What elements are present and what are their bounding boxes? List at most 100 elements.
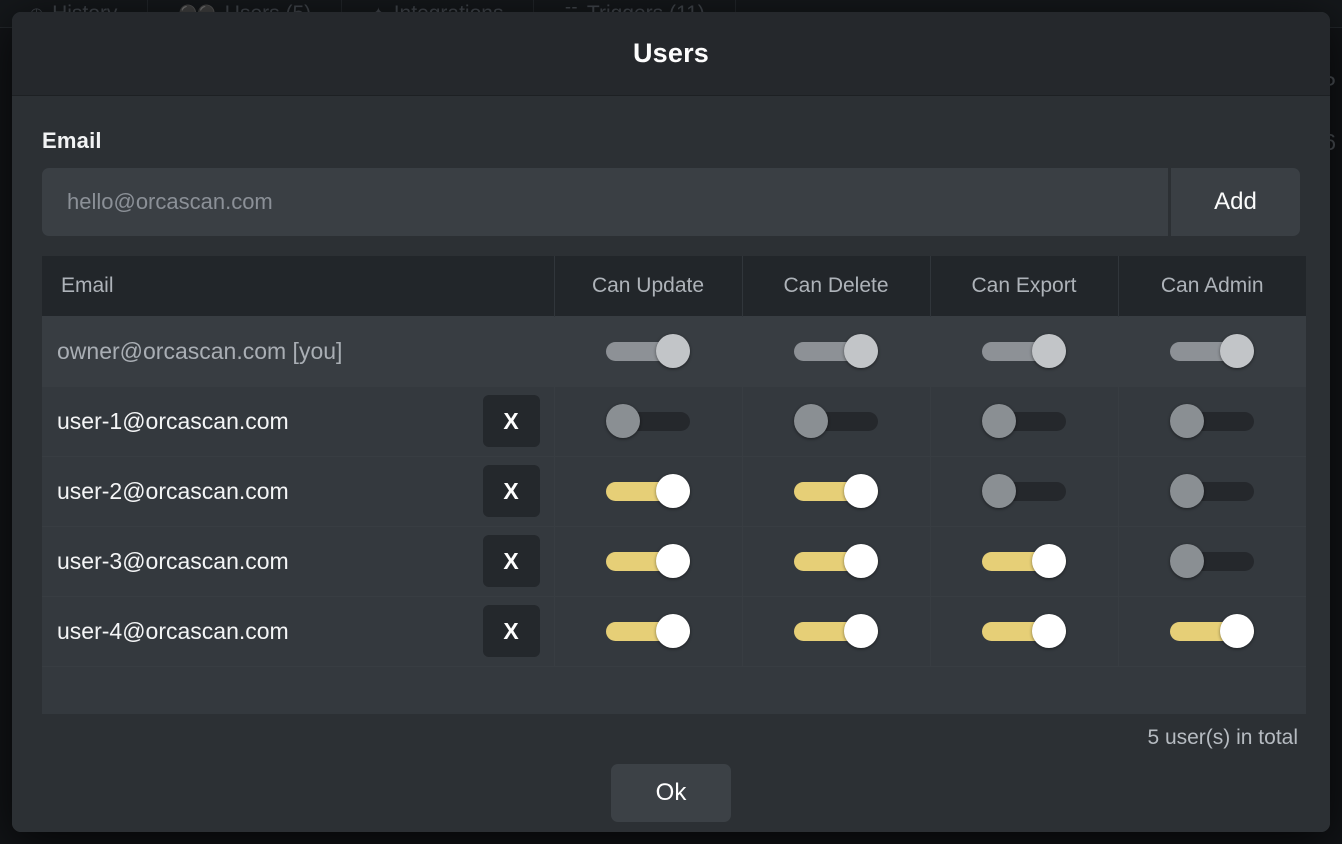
remove-user-button[interactable]: X [482, 605, 540, 657]
toggle-can-admin[interactable] [1170, 404, 1255, 438]
toggle-can-admin[interactable] [1170, 544, 1255, 578]
toggle-knob [794, 404, 828, 438]
permission-cell-can-update [554, 315, 743, 386]
toggle-knob [1170, 544, 1205, 578]
toggle-knob [1032, 334, 1066, 368]
users-modal: Users Email Add Email Can Update Can Del… [12, 12, 1330, 832]
toggle-knob [1032, 614, 1066, 648]
add-user-button[interactable]: Add [1168, 168, 1300, 236]
permission-cell-can-export [930, 595, 1119, 666]
user-email-cell: user-2@orcascan.com X [42, 455, 555, 526]
permission-cell-can-update [554, 455, 743, 526]
permission-cell-can-delete [742, 595, 931, 666]
permission-cell-can-admin [1118, 525, 1306, 596]
permission-cell-can-update [554, 385, 743, 456]
toggle-can-update[interactable] [606, 544, 690, 578]
table-row: user-1@orcascan.com X [42, 385, 1306, 456]
table-row: user-3@orcascan.com X [42, 525, 1306, 596]
toggle-can-admin[interactable] [1170, 614, 1255, 648]
toggle-knob [606, 404, 640, 438]
permission-cell-can-delete [742, 385, 931, 456]
permission-cell-can-admin [1118, 455, 1306, 526]
column-header-can-delete: Can Delete [742, 256, 931, 316]
toggle-knob [844, 614, 878, 648]
column-header-can-export: Can Export [930, 256, 1119, 316]
user-email-text: user-1@orcascan.com [57, 407, 289, 434]
toggle-knob [1220, 334, 1255, 368]
table-spacer-row [42, 665, 1306, 714]
toggle-can-export[interactable] [982, 544, 1066, 578]
toggle-knob [844, 334, 878, 368]
permission-cell-can-delete [742, 315, 931, 386]
add-user-form: Add [42, 168, 1300, 236]
toggle-knob [1032, 544, 1066, 578]
user-email-text: user-4@orcascan.com [57, 617, 289, 644]
remove-user-button[interactable]: X [482, 465, 540, 517]
permission-cell-can-delete [742, 525, 931, 596]
column-header-can-admin: Can Admin [1118, 256, 1306, 316]
toggle-can-admin[interactable] [1170, 474, 1255, 508]
remove-user-button[interactable]: X [482, 535, 540, 587]
toggle-knob [656, 614, 690, 648]
toggle-can-update [606, 334, 690, 368]
toggle-knob [1170, 404, 1205, 438]
permission-cell-can-delete [742, 455, 931, 526]
user-email-cell: user-4@orcascan.com X [42, 595, 555, 666]
table-header-row: Email Can Update Can Delete Can Export C… [42, 256, 1306, 316]
user-email-cell: owner@orcascan.com [you] [42, 315, 555, 386]
modal-footer: 5 user(s) in total Ok [12, 714, 1330, 832]
toggle-knob [656, 334, 690, 368]
permission-cell-can-export [930, 315, 1119, 386]
permission-cell-can-admin [1118, 595, 1306, 666]
footer-actions: Ok [42, 764, 1300, 822]
user-total-count: 5 user(s) in total [1147, 726, 1298, 749]
user-email-text: user-3@orcascan.com [57, 547, 289, 574]
column-header-can-update: Can Update [554, 256, 743, 316]
toggle-can-update[interactable] [606, 614, 690, 648]
toggle-knob [844, 544, 878, 578]
toggle-can-export[interactable] [982, 474, 1066, 508]
toggle-can-delete[interactable] [794, 614, 878, 648]
user-email-cell: user-1@orcascan.com X [42, 385, 555, 456]
table-row: owner@orcascan.com [you] [42, 315, 1306, 386]
toggle-knob [982, 474, 1016, 508]
toggle-can-update[interactable] [606, 474, 690, 508]
toggle-knob [656, 544, 690, 578]
permission-cell-can-export [930, 385, 1119, 456]
toggle-knob [1220, 614, 1255, 648]
permission-cell-can-admin [1118, 315, 1306, 386]
toggle-knob [982, 404, 1016, 438]
users-table: Email Can Update Can Delete Can Export C… [42, 256, 1306, 714]
user-email-text: user-2@orcascan.com [57, 477, 289, 504]
toggle-can-delete [794, 334, 878, 368]
toggle-can-admin [1170, 334, 1255, 368]
modal-title: Users [632, 38, 710, 68]
table-row: user-2@orcascan.com X [42, 455, 1306, 526]
remove-user-button[interactable]: X [482, 395, 540, 447]
modal-header: Users [12, 12, 1330, 96]
users-table-head: Email Can Update Can Delete Can Export C… [42, 256, 1306, 316]
permission-cell-can-admin [1118, 385, 1306, 456]
permission-cell-can-export [930, 455, 1119, 526]
users-table-body: owner@orcascan.com [you] user-1@orcascan.… [42, 315, 1306, 714]
toggle-can-delete[interactable] [794, 474, 878, 508]
table-row: user-4@orcascan.com X [42, 595, 1306, 666]
permission-cell-can-update [554, 595, 743, 666]
toggle-knob [1170, 474, 1205, 508]
modal-body: Email Add Email Can Update Can Delete Ca… [12, 96, 1330, 714]
toggle-can-export[interactable] [982, 614, 1066, 648]
ok-button[interactable]: Ok [611, 764, 731, 822]
user-email-cell: user-3@orcascan.com X [42, 525, 555, 596]
toggle-can-export [982, 334, 1066, 368]
toggle-can-update[interactable] [606, 404, 690, 438]
toggle-can-delete[interactable] [794, 404, 878, 438]
toggle-can-export[interactable] [982, 404, 1066, 438]
email-input[interactable] [42, 168, 1168, 236]
permission-cell-can-update [554, 525, 743, 596]
toggle-knob [844, 474, 878, 508]
email-field-label: Email [42, 128, 102, 153]
toggle-can-delete[interactable] [794, 544, 878, 578]
toggle-knob [656, 474, 690, 508]
column-header-email: Email [42, 256, 555, 316]
permission-cell-can-export [930, 525, 1119, 596]
